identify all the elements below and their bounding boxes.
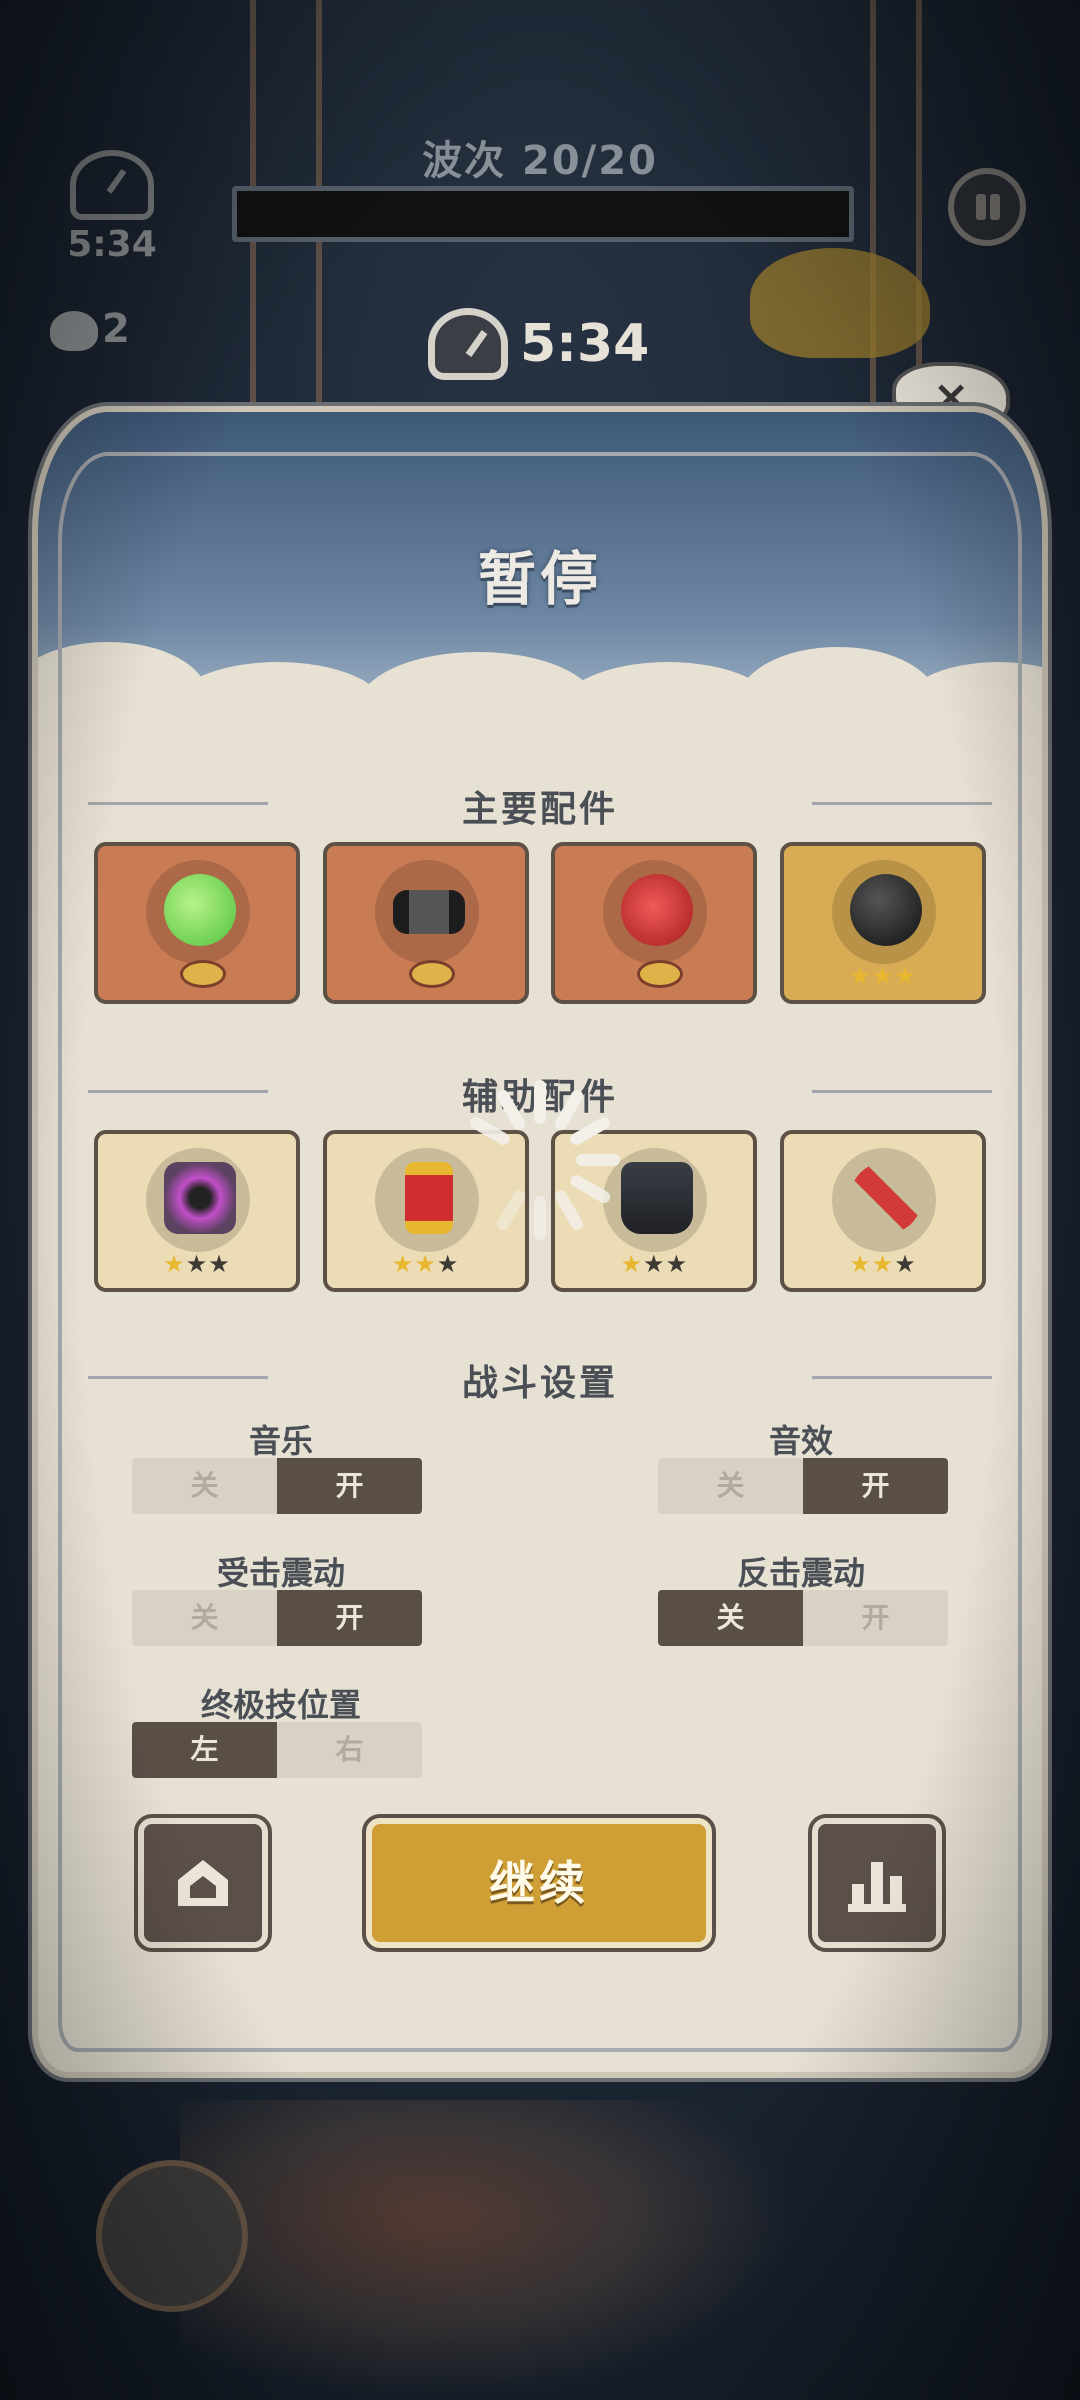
ultimate-position-toggle[interactable]: 左 右 bbox=[132, 1722, 422, 1778]
main-timer-text: 5:34 bbox=[520, 314, 650, 374]
speed-timer: 5:34 bbox=[52, 150, 172, 265]
main-part-slot-2[interactable] bbox=[322, 842, 529, 1004]
counter-vibration-on-option[interactable]: 开 bbox=[803, 1590, 948, 1646]
skill-button[interactable] bbox=[96, 2160, 248, 2312]
ultimate-position-label: 终极技位置 bbox=[200, 1686, 361, 1724]
wave-progress-bar bbox=[232, 186, 854, 242]
main-timer: 5:34 bbox=[428, 308, 649, 380]
kill-count-text: 2 bbox=[102, 306, 130, 352]
ultimate-right-option[interactable]: 右 bbox=[277, 1722, 422, 1778]
sfx-label: 音效 bbox=[768, 1422, 833, 1460]
stats-button[interactable] bbox=[808, 1814, 946, 1952]
dumbbell-icon bbox=[392, 890, 465, 934]
rank-badge-icon bbox=[408, 960, 455, 988]
star-rating: ★★★ bbox=[163, 1250, 231, 1278]
music-toggle[interactable]: 关 开 bbox=[132, 1458, 422, 1514]
purple-vortex-icon bbox=[164, 1162, 236, 1234]
main-part-slot-4[interactable]: ★★★ bbox=[779, 842, 986, 1004]
aux-part-slot-4[interactable]: ★★★ bbox=[779, 1130, 986, 1292]
character-decoration bbox=[180, 2100, 800, 2400]
pause-button[interactable] bbox=[948, 168, 1026, 246]
hit-vibration-label: 受击震动 bbox=[216, 1554, 345, 1592]
home-icon bbox=[178, 1860, 228, 1906]
rank-badge-icon bbox=[180, 960, 226, 988]
continue-button[interactable]: 继续 bbox=[362, 1814, 716, 1952]
battle-settings-heading: 战斗设置 bbox=[38, 1354, 1042, 1406]
aux-part-slot-1[interactable]: ★★★ bbox=[94, 1130, 300, 1292]
sfx-on-option[interactable]: 开 bbox=[803, 1458, 948, 1514]
ultimate-left-option[interactable]: 左 bbox=[132, 1722, 277, 1778]
music-on-option[interactable]: 开 bbox=[277, 1458, 422, 1514]
counter-vibration-toggle[interactable]: 关 开 bbox=[658, 1590, 948, 1646]
black-bomb-icon bbox=[849, 874, 922, 946]
red-molecule-icon bbox=[621, 874, 694, 946]
armor-vest-icon bbox=[621, 1162, 694, 1234]
hit-vibration-toggle[interactable]: 关 开 bbox=[132, 1590, 422, 1646]
panel-title: 暂停 bbox=[477, 545, 602, 613]
speedometer-icon bbox=[70, 150, 154, 220]
kill-counter: 2 bbox=[50, 306, 130, 352]
sfx-toggle[interactable]: 关 开 bbox=[658, 1458, 948, 1514]
hit-vibration-on-option[interactable]: 开 bbox=[277, 1590, 422, 1646]
green-slime-orb-icon bbox=[164, 874, 236, 946]
main-part-slot-1[interactable] bbox=[94, 842, 300, 1004]
main-parts-row: ★★★ bbox=[94, 842, 986, 1004]
counter-vibration-label: 反击震动 bbox=[736, 1554, 865, 1592]
hit-vibration-off-option[interactable]: 关 bbox=[132, 1590, 277, 1646]
game-screen: { "hud": { "wave_label": "波次 20/20", "ti… bbox=[0, 0, 1080, 2400]
star-rating: ★★★ bbox=[391, 1250, 460, 1278]
bar-chart-icon bbox=[848, 1862, 906, 1912]
music-label: 音乐 bbox=[248, 1422, 313, 1460]
counter-vibration-off-option[interactable]: 关 bbox=[658, 1590, 803, 1646]
main-parts-heading: 主要配件 bbox=[38, 780, 1042, 832]
timer-small-text: 5:34 bbox=[67, 224, 157, 265]
star-rating: ★★★ bbox=[620, 1250, 689, 1278]
loading-spinner-icon bbox=[460, 1080, 620, 1240]
sfx-off-option[interactable]: 关 bbox=[658, 1458, 803, 1514]
skull-icon bbox=[50, 311, 98, 351]
red-scroll-icon bbox=[404, 1162, 453, 1234]
music-off-option[interactable]: 关 bbox=[132, 1458, 277, 1514]
main-part-slot-3[interactable] bbox=[551, 842, 758, 1004]
star-rating: ★★★ bbox=[849, 1250, 917, 1278]
speedometer-icon bbox=[428, 308, 508, 380]
star-rating: ★★★ bbox=[849, 962, 917, 990]
rank-badge-icon bbox=[637, 960, 684, 988]
syringe-icon bbox=[849, 1162, 922, 1234]
home-button[interactable] bbox=[134, 1814, 272, 1952]
